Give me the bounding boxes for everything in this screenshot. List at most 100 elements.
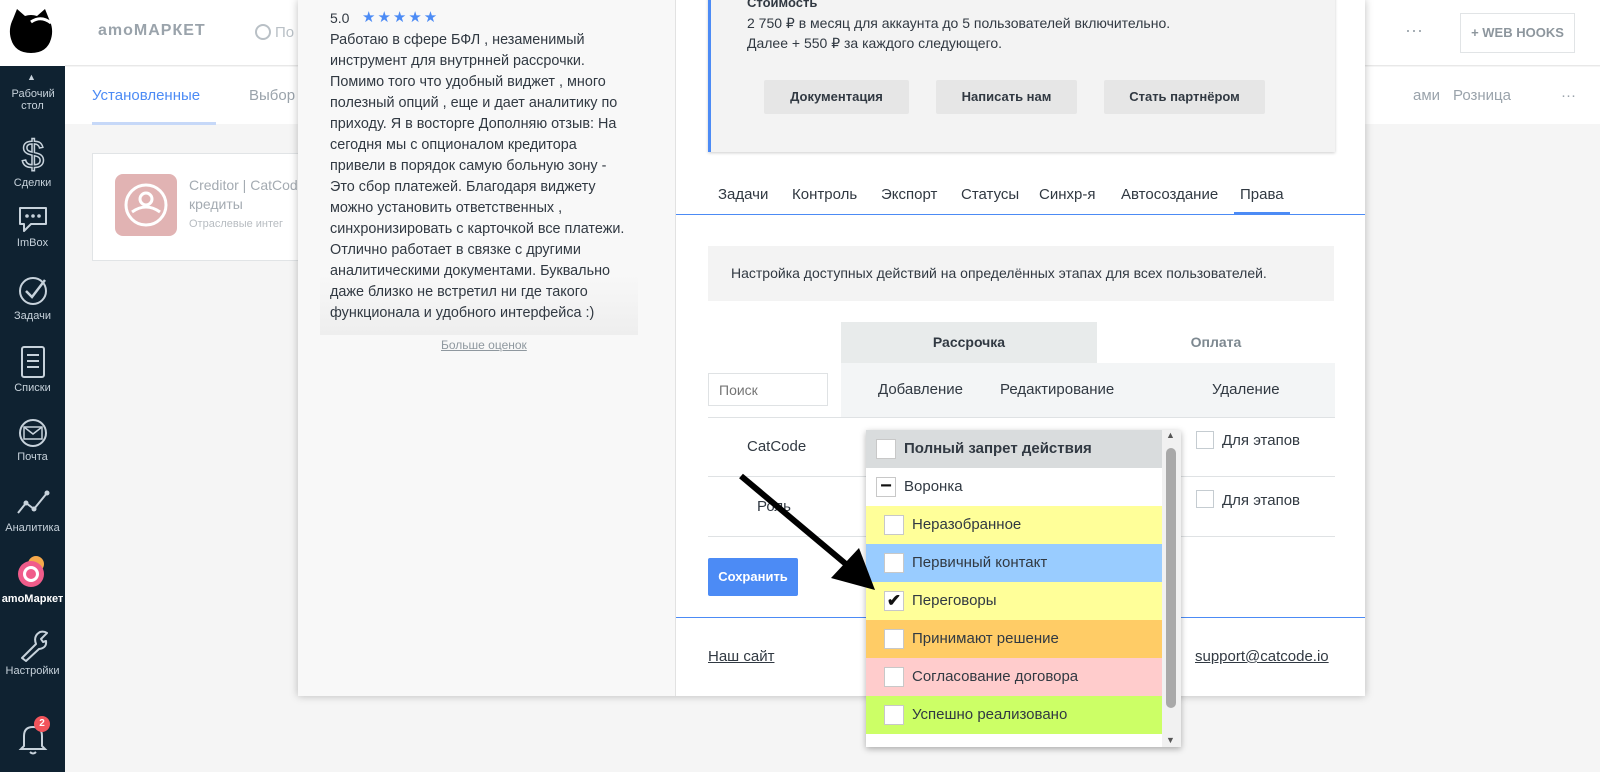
webhooks-button[interactable]: + WEB HOOKS [1460, 13, 1575, 53]
sidebar-item-label: Настройки [5, 665, 60, 677]
sidebar-item-label: Аналитика [5, 522, 60, 534]
sidebar-item-label: Рабочий стол [11, 88, 55, 112]
market-title: amoМАРКЕТ [98, 22, 206, 39]
full-ban-option[interactable]: Полный запрет действия [866, 430, 1162, 468]
search-input[interactable] [708, 373, 828, 406]
rating-value: 5.0 [330, 10, 350, 26]
sidebar-item-label: amoМаркет [1, 593, 64, 605]
scroll-down-icon[interactable]: ▼ [1166, 735, 1175, 745]
tab-tasks[interactable]: Задачи [718, 186, 768, 203]
annotation-arrow-icon [739, 473, 875, 590]
more-options-icon[interactable]: ··· [1405, 20, 1423, 41]
row-divider [708, 417, 1335, 418]
support-email-link[interactable]: support@catcode.io [1195, 648, 1329, 665]
sidebar-item-leads[interactable]: $ Сделки [0, 132, 65, 189]
stage-label: Первичный контакт [912, 554, 1048, 571]
tab-autocreate[interactable]: Автосоздание [1121, 186, 1218, 203]
tab-export[interactable]: Экспорт [881, 186, 937, 203]
stage-option[interactable]: Первичный контакт [866, 544, 1162, 582]
analytics-icon [16, 490, 49, 514]
columns-header: Добавление Редактирование Удаление [841, 363, 1335, 417]
tab-rights[interactable]: Права [1234, 186, 1290, 214]
stage-label: Принимают решение [912, 630, 1059, 647]
stage-checkbox[interactable] [884, 705, 904, 725]
stage-label: Переговоры [912, 592, 997, 609]
reviews-panel: 5.0 ★★★★★ Работаю в сфере БФЛ , незамени… [298, 0, 676, 696]
tab-choice[interactable]: Выбор [249, 87, 295, 104]
sidebar-item-label: Сделки [13, 177, 52, 189]
scrollbar-thumb[interactable] [1166, 448, 1176, 708]
stage-checkbox[interactable] [884, 667, 904, 687]
search-icon[interactable] [255, 24, 271, 40]
pipeline-label: Воронка [904, 478, 963, 495]
stage-option[interactable]: Согласование договора [866, 658, 1162, 696]
delete-stages-checkbox[interactable] [1196, 431, 1214, 449]
stage-checkbox[interactable] [884, 629, 904, 649]
review-text: Работаю в сфере БФЛ , незаменимый инстру… [320, 30, 638, 335]
price-heading: Стоимость [747, 0, 818, 10]
sidebar-item-imbox[interactable]: ImBox [0, 204, 65, 249]
scroll-up-icon[interactable]: ▲ [1166, 430, 1175, 440]
full-ban-checkbox[interactable] [876, 439, 896, 459]
rights-notice: Настройка доступных действий на определё… [708, 246, 1334, 301]
tab-statuses[interactable]: Статусы [961, 186, 1019, 203]
price-box: Стоимость 2 750 ₽ в месяц для аккаунта д… [708, 0, 1335, 152]
sidebar-item-label: Почта [17, 451, 48, 463]
dollar-icon: $ [21, 132, 45, 174]
more-reviews-link[interactable]: Больше оценок [441, 338, 527, 352]
tab-installed[interactable]: Установленные [92, 87, 217, 125]
tab-sync[interactable]: Синхр-я [1039, 186, 1095, 203]
group-header-installment[interactable]: Рассрочка [841, 322, 1097, 363]
tabs-more-icon[interactable]: ··· [1561, 87, 1576, 104]
column-delete: Удаление [1212, 381, 1280, 398]
sidebar-item-label: Списки [14, 382, 51, 394]
pipeline-option[interactable]: − Воронка [866, 468, 1162, 506]
documentation-button[interactable]: Документация [764, 80, 909, 114]
settings-tabs: Задачи Контроль Экспорт Статусы Синхр-я … [676, 173, 1365, 215]
rating-stars: ★★★★★ [362, 9, 440, 26]
sidebar-item-lists[interactable]: Списки [0, 345, 65, 394]
notification-badge: 2 [34, 716, 50, 732]
sidebar-item-label: Задачи [14, 310, 51, 322]
tab-retail[interactable]: Розница [1453, 87, 1511, 104]
widget-card[interactable]: Creditor | CatCod кредиты Отраслевые инт… [92, 153, 312, 261]
check-circle-icon [18, 277, 47, 305]
price-line-2: Далее + 550 ₽ за каждого следующего. [747, 35, 1003, 51]
sidebar-item-analytics[interactable]: Аналитика [0, 487, 65, 534]
group-header-payment[interactable]: Оплата [1097, 322, 1335, 363]
sidebar-item-tasks[interactable]: Задачи [0, 275, 65, 322]
tab-email-fragment[interactable]: ами [1413, 87, 1440, 104]
svg-text:$: $ [21, 133, 43, 174]
stage-option[interactable]: Неразобранное [866, 506, 1162, 544]
tab-control[interactable]: Контроль [792, 186, 857, 203]
stage-option[interactable]: Принимают решение [866, 620, 1162, 658]
mail-icon [18, 419, 47, 447]
sidebar-item-dashboard[interactable]: Рабочий стол [0, 88, 65, 112]
write-us-button[interactable]: Написать нам [936, 80, 1077, 114]
sidebar-item-notifications[interactable] [0, 722, 65, 759]
widget-category: Отраслевые интег [189, 218, 284, 230]
sidebar-item-mail[interactable]: Почта [0, 418, 65, 463]
price-line-1: 2 750 ₽ в месяц для аккаунта до 5 пользо… [747, 15, 1171, 31]
cat-logo-icon[interactable] [7, 7, 55, 55]
stage-label: Неразобранное [912, 516, 1022, 533]
our-site-link[interactable]: Наш сайт [708, 648, 774, 665]
sidebar-item-amomarket[interactable]: amoМаркет [0, 554, 65, 605]
delete-stages-label: Для этапов [1222, 492, 1301, 509]
stage-option[interactable]: ✔ Переговоры [866, 582, 1162, 620]
delete-stages-checkbox[interactable] [1196, 490, 1214, 508]
dropdown-scrollbar[interactable]: ▲ ▼ [1162, 430, 1181, 747]
wrench-icon [20, 630, 48, 662]
chevron-up-icon[interactable]: ▲ [27, 72, 36, 82]
stage-dropdown: Полный запрет действия − Воронка Неразоб… [866, 430, 1181, 747]
chat-icon [18, 207, 47, 232]
column-edit: Редактирование [1000, 381, 1115, 398]
stage-option[interactable]: Успешно реализовано [866, 696, 1162, 734]
stage-label: Успешно реализовано [912, 706, 1068, 723]
become-partner-button[interactable]: Стать партнёром [1104, 80, 1265, 114]
widget-title-line2: кредиты [189, 196, 243, 212]
widget-title-line1: Creditor | CatCod [189, 177, 298, 193]
amomarket-icon [17, 556, 44, 587]
sidebar-item-settings[interactable]: Настройки [0, 628, 65, 677]
search-placeholder-fragment[interactable]: По [275, 24, 294, 41]
